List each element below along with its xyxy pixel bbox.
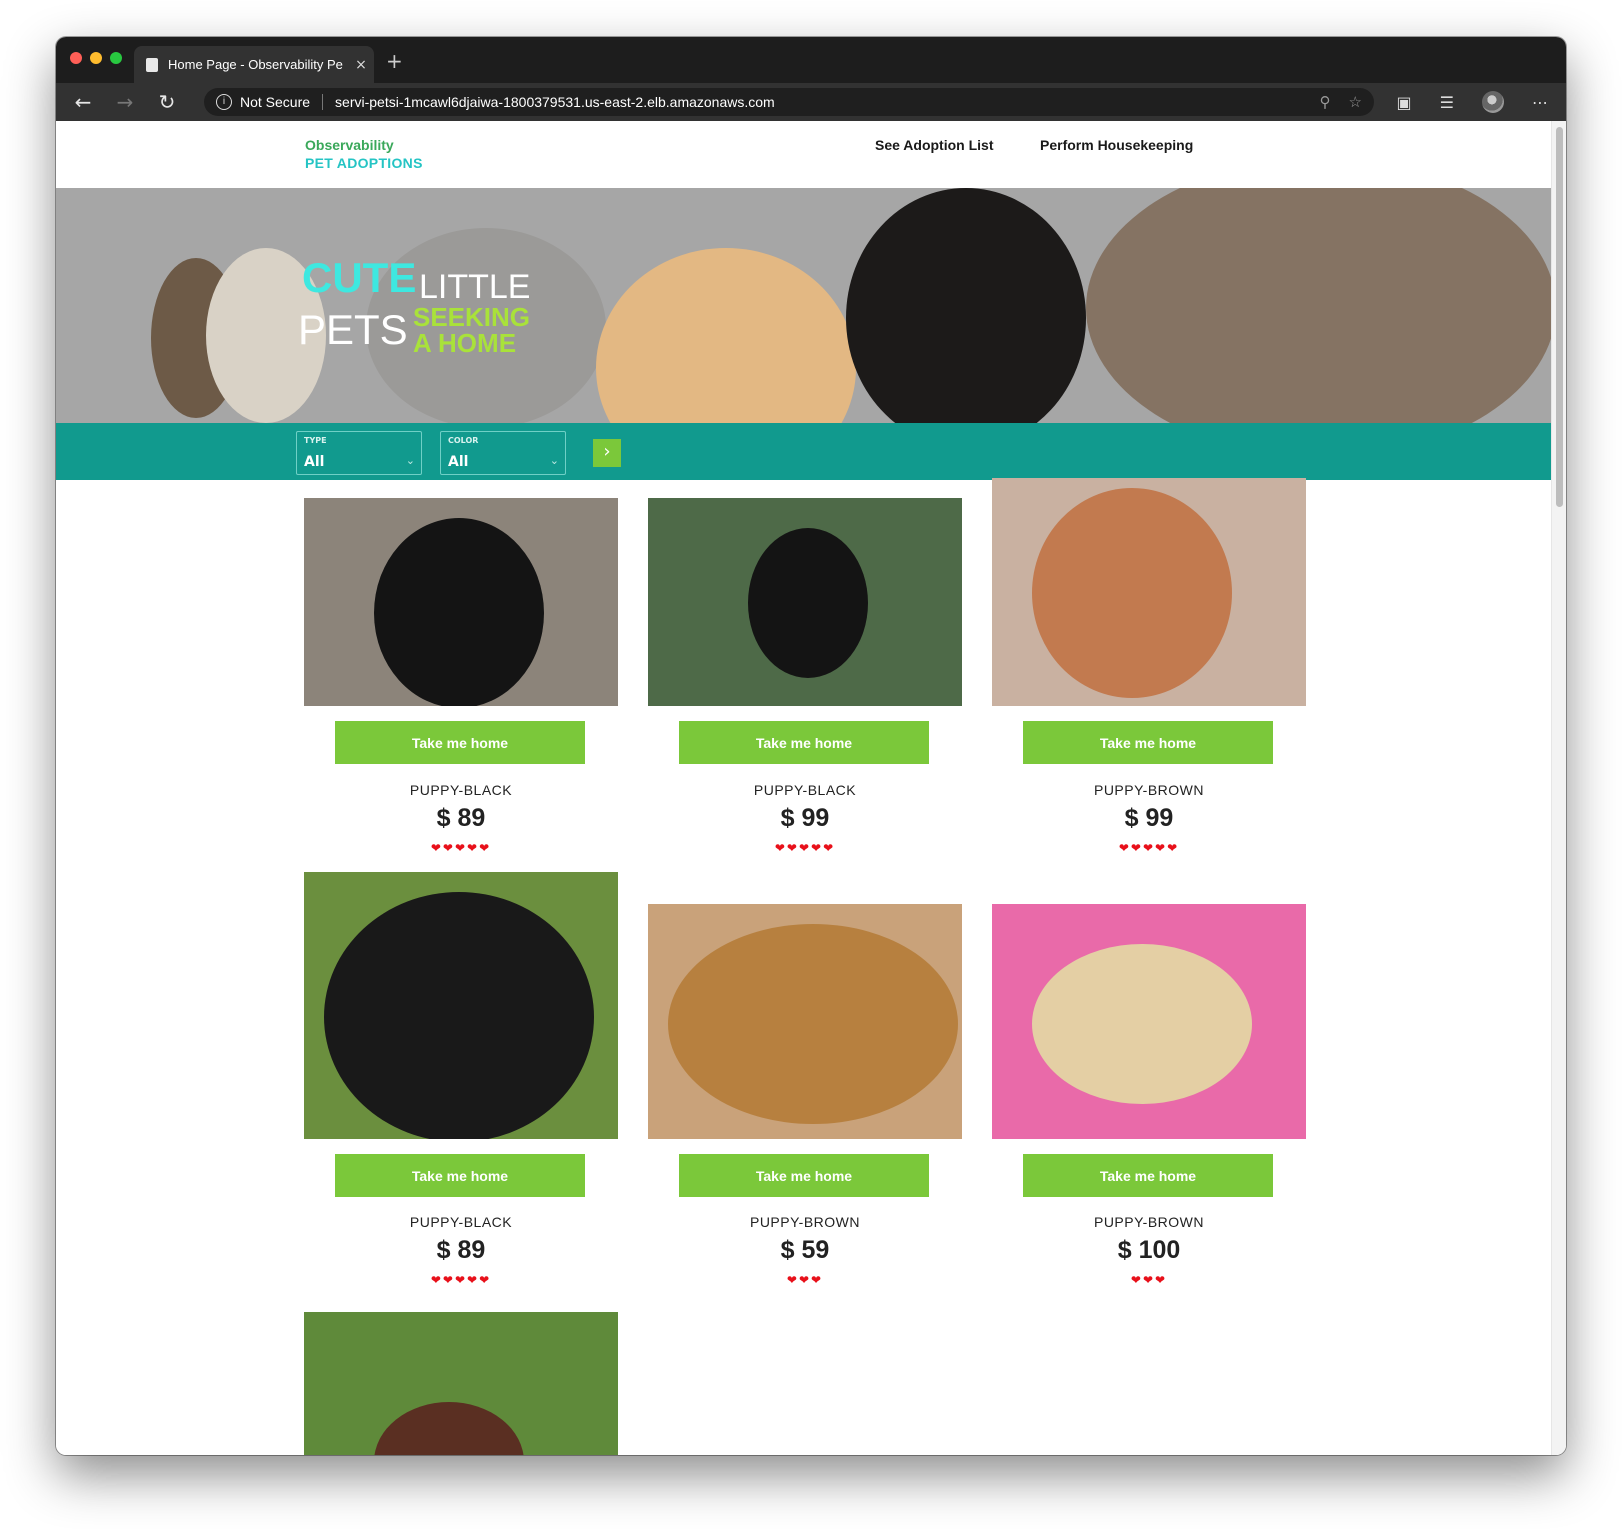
pet-name: PUPPY-BROWN <box>1093 782 1204 798</box>
color-select[interactable]: COLOR All ⌄ <box>440 431 566 475</box>
reload-icon[interactable]: ↻ <box>154 89 180 115</box>
pet-shape <box>1032 944 1252 1104</box>
take-me-home-button[interactable]: Take me home <box>679 721 929 764</box>
address-bar[interactable]: i Not Secure servi-petsi-1mcawl6djaiwa-1… <box>204 88 1374 116</box>
scrollbar-thumb[interactable] <box>1556 127 1563 507</box>
back-arrow-icon[interactable]: ← <box>70 89 96 115</box>
profile-avatar[interactable] <box>1482 91 1504 113</box>
site-header: Observability PET ADOPTIONS See Adoption… <box>56 121 1552 188</box>
pet-price: $ 99 <box>1124 804 1174 832</box>
take-me-home-button[interactable]: Take me home <box>335 1154 585 1197</box>
chevron-down-icon: ⌄ <box>405 454 415 467</box>
browser-toolbar: ← → ↻ i Not Secure servi-petsi-1mcawl6dj… <box>56 83 1566 121</box>
search-go-button[interactable]: › <box>593 439 621 467</box>
hero-banner: CUTE LITTLE PETS SEEKING A HOME <box>56 188 1552 423</box>
banner-word-pets: PETS <box>298 306 408 353</box>
take-me-home-button[interactable]: Take me home <box>1023 721 1273 764</box>
kitten-image <box>1086 188 1552 423</box>
extension-icon[interactable]: ▣ <box>1397 93 1412 112</box>
tab-title: Home Page - Observability Pe <box>168 57 343 72</box>
heart-rating: ❤❤❤❤❤ <box>1118 841 1180 855</box>
pet-price: $ 100 <box>1117 1236 1181 1264</box>
close-tab-icon[interactable]: × <box>348 57 374 73</box>
see-adoption-list-link[interactable]: See Adoption List <box>875 137 993 153</box>
pet-name: PUPPY-BLACK <box>409 782 513 798</box>
maximize-window-button[interactable] <box>110 52 122 64</box>
pet-photo[interactable] <box>304 872 618 1139</box>
pet-name: PUPPY-BROWN <box>749 1214 860 1230</box>
url-text[interactable]: servi-petsi-1mcawl6djaiwa-1800379531.us-… <box>323 94 775 110</box>
more-menu-icon[interactable]: ⋯ <box>1532 93 1548 112</box>
pet-shape <box>324 892 594 1139</box>
heart-rating: ❤❤❤❤❤ <box>430 841 492 855</box>
pet-shape <box>668 924 958 1124</box>
pet-price: $ 99 <box>780 804 830 832</box>
page-viewport: Observability PET ADOPTIONS See Adoption… <box>56 121 1566 1455</box>
info-icon[interactable]: i <box>216 94 232 110</box>
pet-price: $ 89 <box>436 1236 486 1264</box>
pet-name: PUPPY-BROWN <box>1093 1214 1204 1230</box>
type-value: All <box>304 454 325 470</box>
chevron-down-icon: ⌄ <box>549 454 559 467</box>
minimize-window-button[interactable] <box>90 52 102 64</box>
pet-photo[interactable] <box>648 904 962 1139</box>
take-me-home-button[interactable]: Take me home <box>679 1154 929 1197</box>
color-value: All <box>448 454 469 470</box>
pet-shape <box>1032 488 1232 698</box>
heart-rating: ❤❤❤ <box>1130 1273 1168 1287</box>
pet-shape <box>374 1402 524 1455</box>
puppy-black-image <box>846 188 1086 423</box>
window-controls <box>70 52 122 64</box>
pet-photo[interactable] <box>304 1312 618 1455</box>
take-me-home-button[interactable]: Take me home <box>1023 1154 1273 1197</box>
color-label: COLOR <box>448 436 479 445</box>
pet-photo[interactable] <box>992 904 1306 1139</box>
pet-photo[interactable] <box>304 498 618 706</box>
type-select[interactable]: TYPE All ⌄ <box>296 431 422 475</box>
forward-arrow-icon[interactable]: → <box>112 89 138 115</box>
pet-photo[interactable] <box>648 498 962 706</box>
heart-rating: ❤❤❤ <box>786 1273 824 1287</box>
type-label: TYPE <box>304 436 327 445</box>
pet-shape <box>748 528 868 678</box>
bookmark-star-icon[interactable]: ☆ <box>1349 93 1362 111</box>
banner-word-home: A HOME <box>413 328 517 358</box>
browser-window: Home Page - Observability Pe × + ← → ↻ i… <box>56 37 1566 1455</box>
new-tab-icon[interactable]: + <box>386 49 403 73</box>
favorites-icon[interactable]: ☰ <box>1440 93 1454 112</box>
brand-logo-line1[interactable]: Observability <box>305 137 394 153</box>
pet-name: PUPPY-BLACK <box>409 1214 513 1230</box>
heart-rating: ❤❤❤❤❤ <box>430 1273 492 1287</box>
filter-bar: TYPE All ⌄ COLOR All ⌄ › <box>56 423 1552 480</box>
puppy-yellow-image <box>596 248 856 423</box>
pet-name: PUPPY-BLACK <box>753 782 857 798</box>
tab-home-page[interactable]: Home Page - Observability Pe × <box>134 46 374 83</box>
pet-price: $ 59 <box>780 1236 830 1264</box>
perform-housekeeping-link[interactable]: Perform Housekeeping <box>1040 137 1193 153</box>
chevron-right-icon: › <box>603 441 611 462</box>
pet-photo[interactable] <box>992 478 1306 706</box>
page-scrollbar[interactable] <box>1551 121 1566 1455</box>
heart-rating: ❤❤❤❤❤ <box>774 841 836 855</box>
brand-logo-line2[interactable]: PET ADOPTIONS <box>305 155 423 171</box>
take-me-home-button[interactable]: Take me home <box>335 721 585 764</box>
tab-bar: Home Page - Observability Pe × + <box>56 37 1566 83</box>
zoom-icon[interactable]: ⚲ <box>1320 93 1331 111</box>
close-window-button[interactable] <box>70 52 82 64</box>
pet-shape <box>374 518 544 706</box>
pet-price: $ 89 <box>436 804 486 832</box>
banner-word-cute: CUTE <box>302 254 417 301</box>
page-favicon-icon <box>146 57 158 72</box>
not-secure-label: Not Secure <box>240 94 324 110</box>
